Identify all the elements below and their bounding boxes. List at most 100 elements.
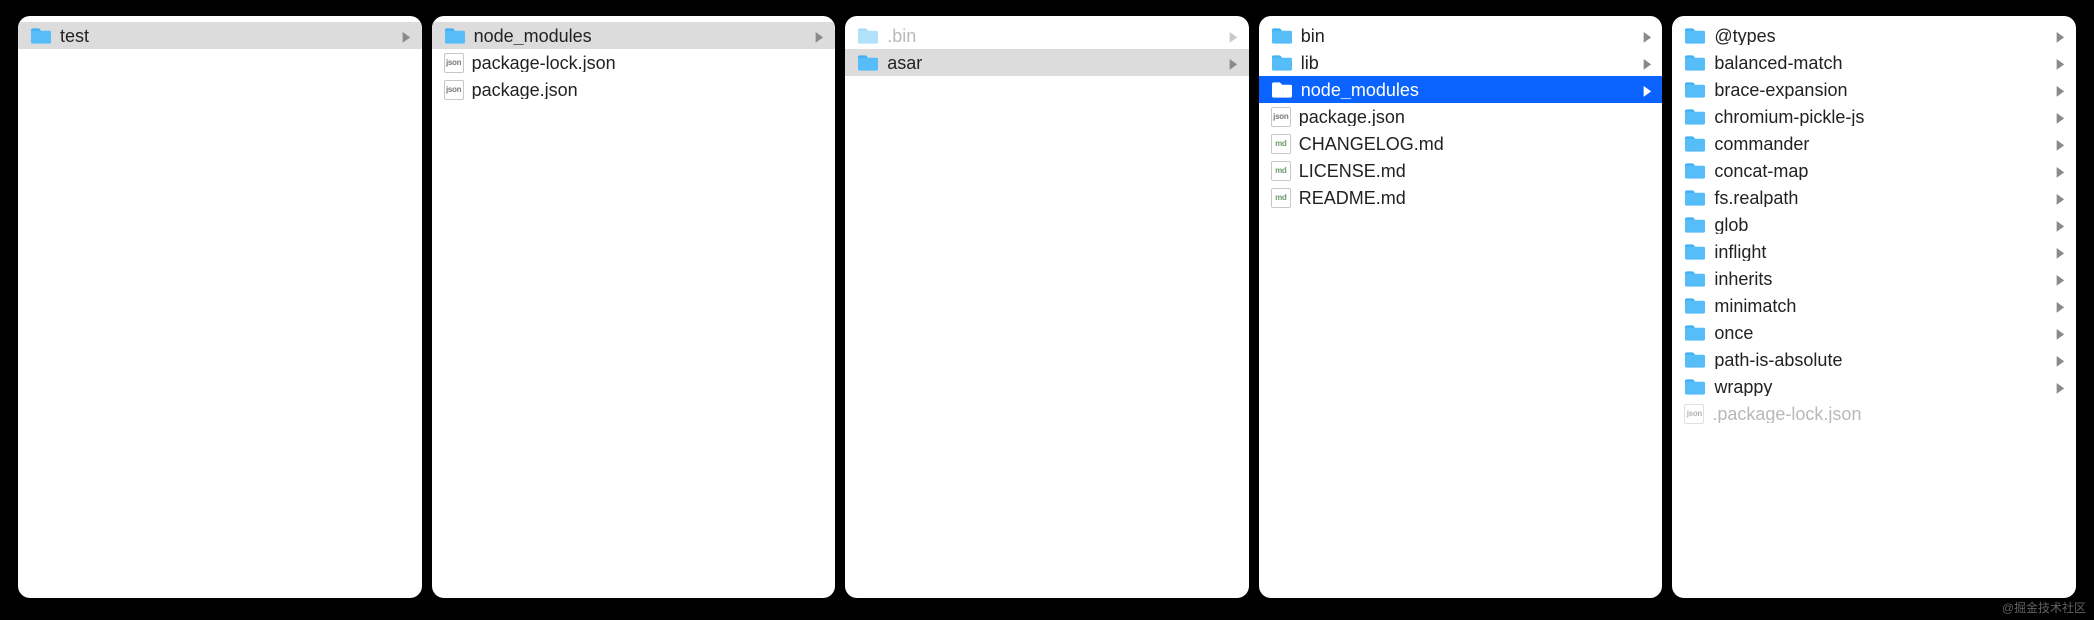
item-label: lib [1301,54,1634,72]
chevron-right-icon: ▶ [2057,83,2065,97]
item-label: bin [1301,27,1634,45]
finder-column[interactable]: node_modules ▶ json package-lock.json jsonpa… [432,16,836,598]
item-label: glob [1714,216,2047,234]
chevron-right-icon: ▶ [2057,29,2065,43]
folder-icon [1684,162,1706,180]
folder-row-fs-realpath[interactable]: fs.realpath ▶ [1672,184,2076,211]
finder-column[interactable]: bin▶lib▶node_modules▶jsonpackage.jsonmdC… [1259,16,1663,598]
chevron-right-icon: ▶ [2057,272,2065,286]
folder-row-minimatch[interactable]: minimatch ▶ [1672,292,2076,319]
item-label: @types [1714,27,2047,45]
chevron-right-icon: ▶ [816,29,824,43]
item-label: balanced-match [1714,54,2047,72]
folder-icon [857,27,879,45]
folder-row-concat-map[interactable]: concat-map ▶ [1672,157,2076,184]
folder-icon [1684,216,1706,234]
item-label: .package-lock.json [1712,405,2066,423]
item-label: CHANGELOG.md [1299,135,1653,153]
finder-column[interactable]: .bin ▶ asar ▶ [845,16,1249,598]
folder-row-balanced-match[interactable]: balanced-match ▶ [1672,49,2076,76]
item-label: package-lock.json [472,54,826,72]
chevron-right-icon: ▶ [1230,56,1238,70]
folder-row-chromium-pickle-js[interactable]: chromium-pickle-js ▶ [1672,103,2076,130]
item-label: inherits [1714,270,2047,288]
folder-row-once[interactable]: once ▶ [1672,319,2076,346]
json-file-icon: json [444,80,464,100]
json-file-icon: json [1684,404,1704,424]
item-label: node_modules [1301,81,1634,99]
chevron-right-icon: ▶ [1643,56,1651,70]
file-row-package-lock-json[interactable]: json package-lock.json [432,49,836,76]
folder-icon [1684,270,1706,288]
folder-row-wrappy[interactable]: wrappy ▶ [1672,373,2076,400]
item-label: README.md [1299,189,1653,207]
finder-column[interactable]: @types▶balanced-match▶brace-expansion▶ch… [1672,16,2076,598]
item-label: concat-map [1714,162,2047,180]
chevron-right-icon: ▶ [2057,191,2065,205]
folder-icon [1684,135,1706,153]
folder-icon [1684,54,1706,72]
chevron-right-icon: ▶ [2057,299,2065,313]
chevron-right-icon: ▶ [1643,83,1651,97]
item-label: node_modules [474,27,807,45]
chevron-right-icon: ▶ [402,29,410,43]
folder-row-bin[interactable]: .bin ▶ [845,22,1249,49]
folder-icon [857,54,879,72]
folder-icon [1684,297,1706,315]
chevron-right-icon: ▶ [2057,245,2065,259]
folder-icon [1684,27,1706,45]
folder-row-inflight[interactable]: inflight▶ [1672,238,2076,265]
folder-icon [1684,378,1706,396]
item-label: chromium-pickle-js [1714,108,2047,126]
item-label: commander [1714,135,2047,153]
folder-row-commander[interactable]: commander▶ [1672,130,2076,157]
watermark: @掘金技术社区 [2002,599,2086,616]
folder-icon [1684,324,1706,342]
finder-column[interactable]: test ▶ [18,16,422,598]
item-label: .bin [887,27,1220,45]
item-label: fs.realpath [1714,189,2047,207]
chevron-right-icon: ▶ [2057,110,2065,124]
item-label: path-is-absolute [1714,351,2047,369]
folder-row-node-modules[interactable]: node_modules ▶ [432,22,836,49]
folder-icon [1271,27,1293,45]
folder-row-path-is-absolute[interactable]: path-is-absolute ▶ [1672,346,2076,373]
item-label: minimatch [1714,297,2047,315]
chevron-right-icon: ▶ [2057,326,2065,340]
item-label: wrappy [1714,378,2047,396]
file-row-package-json[interactable]: jsonpackage.json [432,76,836,103]
file-row-package-lock-json[interactable]: json .package-lock.json [1672,400,2076,427]
folder-icon [30,27,52,45]
file-row-package-json[interactable]: json package.json [1259,103,1663,130]
item-label: LICENSE.md [1299,162,1653,180]
folder-icon [1271,54,1293,72]
json-file-icon: json [444,53,464,73]
folder-row-types[interactable]: @types ▶ [1672,22,2076,49]
item-label: package.json [1299,108,1653,126]
chevron-right-icon: ▶ [2057,56,2065,70]
item-label: once [1714,324,2047,342]
folder-row-node-modules[interactable]: node_modules ▶ [1259,76,1663,103]
file-row-license-md[interactable]: mdLICENSE.md [1259,157,1663,184]
chevron-right-icon: ▶ [1643,29,1651,43]
folder-row-glob[interactable]: glob ▶ [1672,211,2076,238]
folder-row-test[interactable]: test ▶ [18,22,422,49]
chevron-right-icon: ▶ [2057,380,2065,394]
file-row-readme-md[interactable]: md README.md [1259,184,1663,211]
folder-icon [1684,351,1706,369]
chevron-right-icon: ▶ [2057,164,2065,178]
chevron-right-icon: ▶ [2057,353,2065,367]
json-file-icon: json [1271,107,1291,127]
folder-icon [1684,189,1706,207]
folder-row-asar[interactable]: asar ▶ [845,49,1249,76]
md-file-icon: md [1271,188,1291,208]
folder-row-lib[interactable]: lib ▶ [1259,49,1663,76]
chevron-right-icon: ▶ [1230,29,1238,43]
chevron-right-icon: ▶ [2057,218,2065,232]
folder-row-brace-expansion[interactable]: brace-expansion▶ [1672,76,2076,103]
item-label: test [60,27,393,45]
file-row-changelog-md[interactable]: mdCHANGELOG.md [1259,130,1663,157]
folder-row-inherits[interactable]: inherits ▶ [1672,265,2076,292]
folder-row-bin[interactable]: bin ▶ [1259,22,1663,49]
item-label: asar [887,54,1220,72]
